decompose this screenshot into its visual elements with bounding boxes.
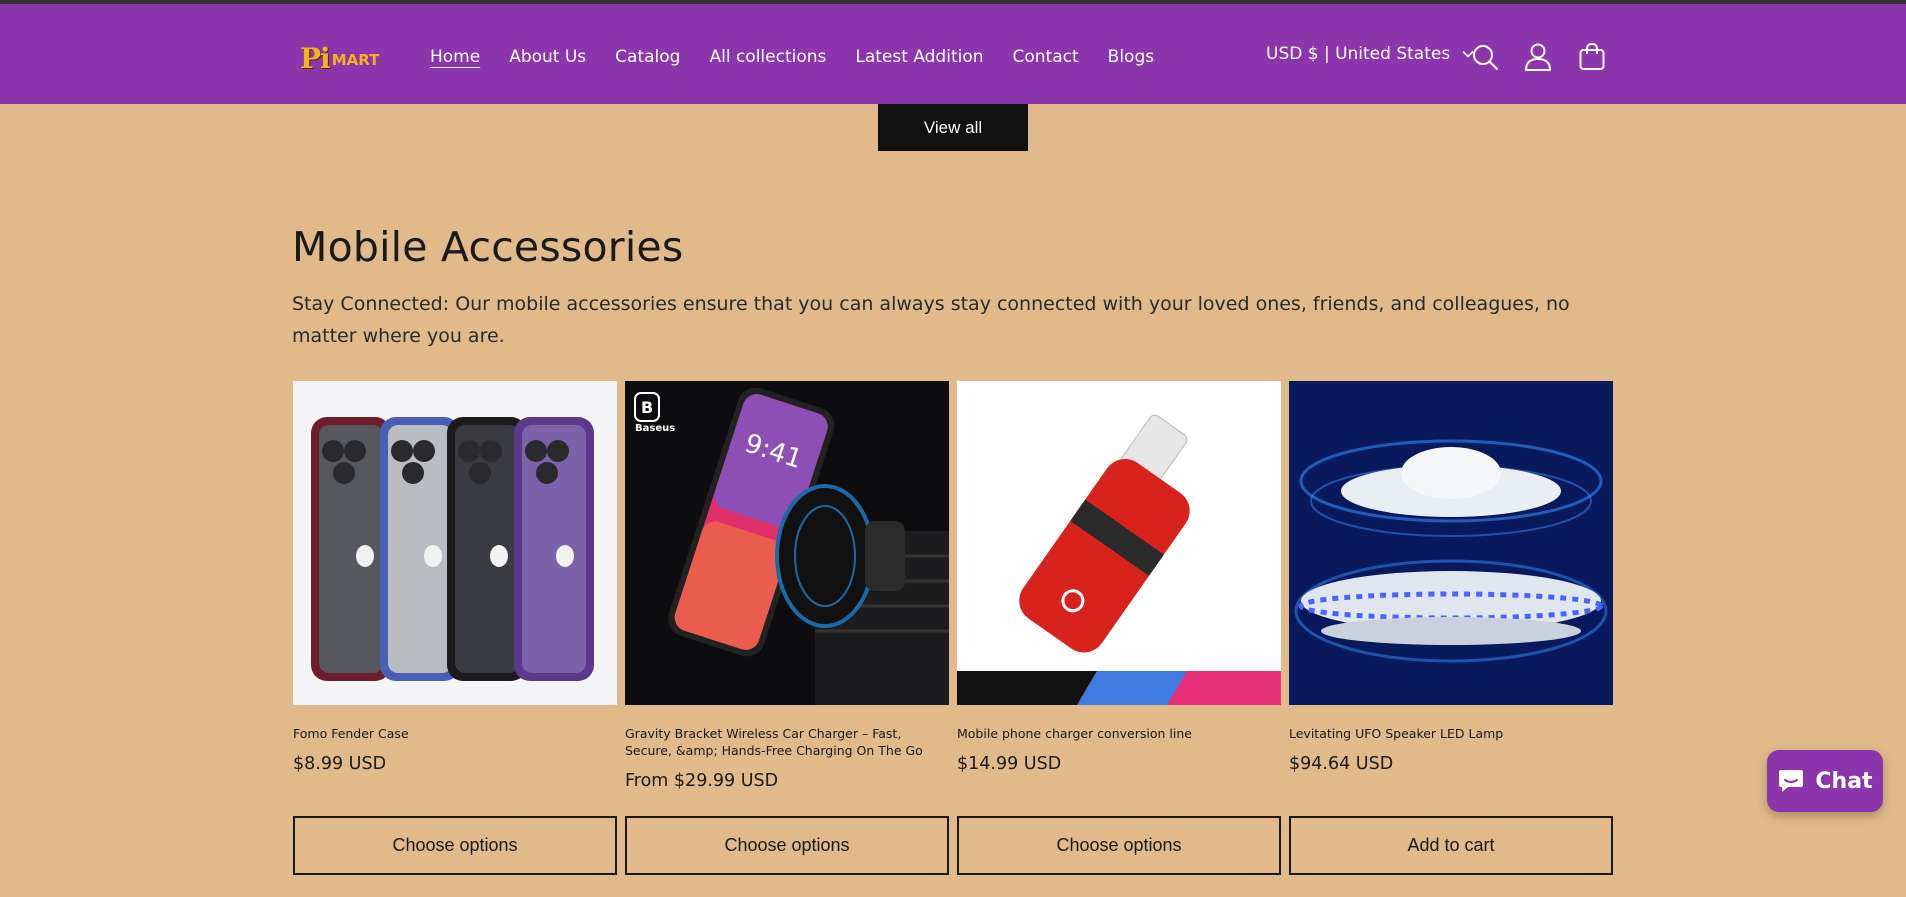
choose-options-button[interactable]: Choose options (625, 816, 949, 875)
product-title[interactable]: Levitating UFO Speaker LED Lamp (1289, 725, 1613, 742)
nav-catalog[interactable]: Catalog (615, 44, 680, 70)
choose-options-button[interactable]: Choose options (957, 816, 1281, 875)
nav-contact[interactable]: Contact (1013, 44, 1079, 70)
site-header: Pi MART Home About Us Catalog All collec… (0, 4, 1906, 104)
currency-label: USD $ | United States (1266, 44, 1451, 64)
product-image-car-charger[interactable]: 9:41 B Baseus (625, 381, 949, 705)
chat-label: Chat (1815, 768, 1873, 794)
choose-options-button[interactable]: Choose options (293, 816, 617, 875)
product-title[interactable]: Gravity Bracket Wireless Car Charger – F… (625, 725, 949, 759)
product-card[interactable]: 9:41 B Baseus Gravity Bracket Wireless C… (625, 381, 949, 791)
product-price: From $29.99 USD (625, 771, 779, 791)
product-price: $8.99 USD (293, 754, 387, 774)
product-card[interactable]: Mobile phone charger conversion line $14… (957, 381, 1281, 774)
section-description: Stay Connected: Our mobile accessories e… (292, 293, 1570, 347)
view-all-button[interactable]: View all (878, 104, 1028, 151)
product-card[interactable]: Levitating UFO Speaker LED Lamp $94.64 U… (1289, 381, 1613, 774)
main-nav: Home About Us Catalog All collections La… (430, 44, 1183, 70)
product-price: $14.99 USD (957, 754, 1062, 774)
section-title: Mobile Accessories (292, 223, 684, 271)
product-price: $94.64 USD (1289, 754, 1394, 774)
add-to-cart-button[interactable]: Add to cart (1289, 816, 1613, 875)
logo-pi-text: Pi (300, 41, 331, 75)
logo-mart-text: MART (331, 51, 380, 69)
store-logo[interactable]: Pi MART (300, 40, 379, 76)
product-image-phone-cases[interactable] (293, 381, 617, 705)
nav-blogs[interactable]: Blogs (1108, 44, 1154, 70)
cart-icon[interactable] (1578, 42, 1606, 72)
nav-latest-addition[interactable]: Latest Addition (855, 44, 983, 70)
product-image-ufo-speaker[interactable] (1289, 381, 1613, 705)
account-icon[interactable] (1524, 42, 1552, 72)
baseus-brand-text: Baseus (635, 423, 675, 434)
chat-button[interactable]: Chat (1767, 750, 1883, 812)
product-card[interactable]: Fomo Fender Case $8.99 USD (293, 381, 617, 774)
search-icon[interactable] (1471, 42, 1499, 72)
nav-about-us[interactable]: About Us (509, 44, 586, 70)
product-title[interactable]: Mobile phone charger conversion line (957, 725, 1281, 742)
svg-text:B: B (641, 398, 653, 417)
chat-bubble-icon (1779, 770, 1804, 792)
nav-all-collections[interactable]: All collections (709, 44, 826, 70)
nav-home[interactable]: Home (430, 44, 480, 70)
currency-selector[interactable]: USD $ | United States (1266, 44, 1474, 64)
product-image-charger-adapter[interactable] (957, 381, 1281, 705)
product-title[interactable]: Fomo Fender Case (293, 725, 617, 742)
